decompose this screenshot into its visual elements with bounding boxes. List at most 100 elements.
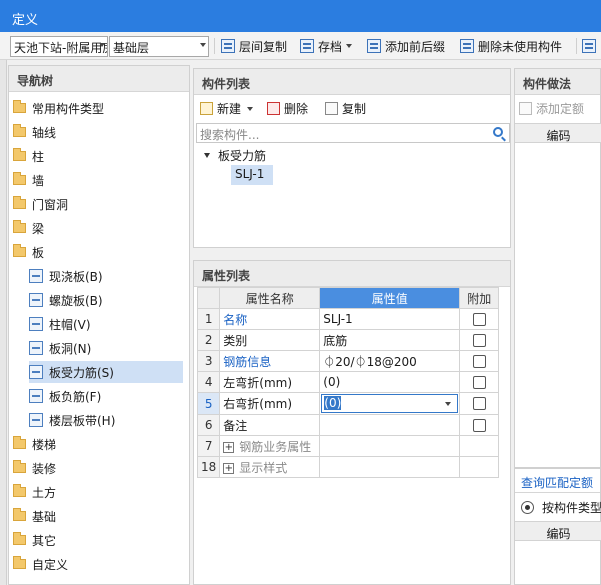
nav-item-other[interactable]: 其它: [13, 529, 56, 551]
property-table: 属性名称 属性值 附加 1 名称 SLJ-1 2 类别 底筋 3 钢筋信息 ⏀2…: [196, 287, 500, 478]
table-row[interactable]: 2 类别 底筋: [196, 329, 500, 351]
row-number: 7: [196, 435, 221, 457]
extra-cell: [459, 350, 500, 372]
nav-item-spiral-slab[interactable]: 螺旋板(B): [29, 289, 103, 311]
extra-checkbox[interactable]: [472, 418, 486, 432]
table-row[interactable]: 7 + 钢筋业务属性: [196, 435, 500, 457]
extra-cell: [459, 308, 500, 330]
search-icon[interactable]: [493, 127, 503, 137]
nav-item-openings[interactable]: 门窗洞: [13, 193, 68, 215]
extra-checkbox[interactable]: [472, 397, 486, 410]
table-row[interactable]: 1 名称 SLJ-1: [196, 308, 500, 330]
nav-item-wall[interactable]: 墙: [13, 169, 44, 191]
toolbar-separator: [214, 38, 215, 54]
nav-item-decoration[interactable]: 装修: [13, 457, 56, 479]
nav-item-earthwork[interactable]: 土方: [13, 481, 56, 503]
collapse-icon[interactable]: [204, 153, 210, 158]
extra-cell: [459, 456, 500, 478]
right-bend-dropdown[interactable]: (0): [321, 394, 459, 413]
extra-checkbox[interactable]: [472, 312, 486, 326]
nav-item-column[interactable]: 柱: [13, 145, 44, 167]
floor-combo[interactable]: 天池下站-附属用房: [10, 36, 108, 57]
row-number: 6: [196, 414, 221, 436]
property-value-cell: (0): [319, 392, 461, 415]
radio-by-type[interactable]: 按构件类型: [521, 499, 601, 516]
extra-header[interactable]: 附加: [459, 287, 500, 309]
component-list-title: 构件列表: [194, 69, 510, 95]
nav-item-axis[interactable]: 轴线: [13, 121, 56, 143]
row-number: 2: [196, 329, 221, 351]
property-value[interactable]: [319, 414, 461, 436]
nav-item-slab-rebar[interactable]: 板受力筋(S): [29, 361, 183, 383]
property-value[interactable]: [319, 456, 461, 478]
nav-item-negative-rebar[interactable]: 板负筋(F): [29, 385, 101, 407]
copy-component-button[interactable]: 复制: [325, 100, 366, 117]
add-quota-label: 添加定额: [536, 102, 585, 116]
tree-group-slab-rebar[interactable]: 板受力筋: [204, 147, 266, 164]
query-code-header[interactable]: 编码: [515, 521, 601, 541]
property-value[interactable]: [319, 435, 461, 457]
chevron-down-icon: [99, 43, 105, 47]
property-value-header[interactable]: 属性值: [319, 287, 461, 309]
property-name: 钢筋信息: [219, 350, 321, 372]
add-quota-button[interactable]: 添加定额: [519, 100, 584, 117]
method-code-header[interactable]: 编码: [515, 123, 601, 143]
layer-combo[interactable]: 基础层: [109, 36, 209, 57]
nav-item-label: 柱帽(V): [49, 317, 91, 332]
nav-item-slab-strip[interactable]: 楼层板带(H): [29, 409, 115, 431]
extra-checkbox[interactable]: [472, 375, 486, 389]
property-name: 名称: [219, 308, 321, 330]
nav-item-column-cap[interactable]: 柱帽(V): [29, 313, 91, 335]
expand-icon[interactable]: +: [223, 441, 235, 453]
toolbar-separator: [576, 38, 577, 54]
table-row[interactable]: 6 备注: [196, 414, 500, 436]
component-search-input[interactable]: 搜索构件...: [196, 123, 510, 143]
query-quota-tab[interactable]: 查询匹配定额: [515, 469, 600, 493]
table-row[interactable]: 4 左弯折(mm) (0): [196, 371, 500, 393]
nav-item-common-types[interactable]: 常用构件类型: [13, 97, 104, 119]
nav-item-stairs[interactable]: 楼梯: [13, 433, 56, 455]
nav-item-label: 板负筋(F): [49, 389, 102, 404]
add-prefix-suffix-button[interactable]: 添加前后缀: [367, 37, 445, 55]
negative-rebar-icon: [29, 389, 43, 403]
table-row[interactable]: 3 钢筋信息 ⏀20/⏀18@200: [196, 350, 500, 372]
nav-item-beam[interactable]: 梁: [13, 217, 44, 239]
nav-item-label: 楼梯: [32, 437, 57, 452]
table-row-active[interactable]: 5 右弯折(mm) (0): [196, 392, 500, 415]
nav-item-foundation[interactable]: 基础: [13, 505, 56, 527]
nav-item-cast-slab[interactable]: 现浇板(B): [29, 265, 103, 287]
property-value[interactable]: ⏀20/⏀18@200: [319, 350, 461, 372]
new-component-button[interactable]: 新建: [200, 100, 254, 117]
property-name: 备注: [219, 414, 321, 436]
extra-checkbox[interactable]: [472, 333, 486, 347]
delete-unused-button[interactable]: 删除未使用构件: [460, 37, 562, 55]
delete-component-button[interactable]: 删除: [267, 100, 308, 117]
nav-tree-panel: 导航树 常用构件类型 轴线 柱 墙 门窗洞 梁 板 现浇板(B) 螺旋板(B) …: [8, 65, 190, 585]
slab-strip-icon: [29, 413, 43, 427]
toolbar: 天池下站-附属用房 基础层 层间复制 存档 添加前后缀 删除未使用构件: [0, 32, 601, 60]
chevron-down-icon[interactable]: [445, 402, 452, 406]
copy-floors-icon: [221, 39, 235, 53]
nav-item-custom[interactable]: 自定义: [13, 553, 68, 575]
tree-item-slj-1[interactable]: SLJ-1: [231, 165, 273, 185]
nav-item-slab-hole[interactable]: 板洞(N): [29, 337, 91, 359]
expand-icon[interactable]: +: [223, 462, 235, 474]
extra-checkbox[interactable]: [472, 354, 486, 368]
table-header-row: 属性名称 属性值 附加: [196, 287, 500, 309]
property-value[interactable]: SLJ-1: [319, 308, 461, 330]
nav-item-label: 常用构件类型: [32, 101, 105, 116]
property-value[interactable]: 底筋: [319, 329, 461, 351]
property-name-header[interactable]: 属性名称: [219, 287, 321, 309]
table-row[interactable]: 18 + 显示样式: [196, 456, 500, 478]
num-header: [196, 287, 221, 309]
property-value[interactable]: (0): [319, 371, 461, 393]
archive-button[interactable]: 存档: [300, 37, 353, 55]
prefix-suffix-icon: [367, 39, 381, 53]
window-title: 定义: [12, 13, 39, 28]
nav-item-slab[interactable]: 板: [13, 241, 44, 263]
more-button[interactable]: [582, 37, 600, 55]
copy-between-floors-label: 层间复制: [239, 39, 288, 54]
copy-between-floors-button[interactable]: 层间复制: [221, 37, 287, 55]
tree-group-label: 板受力筋: [218, 149, 267, 163]
row-number: 18: [196, 456, 221, 478]
